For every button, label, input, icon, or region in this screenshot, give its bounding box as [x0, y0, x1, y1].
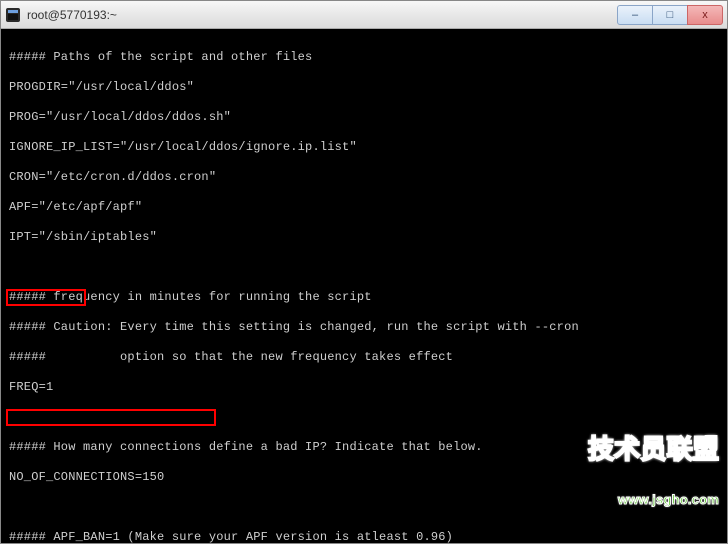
app-icon: [5, 7, 21, 23]
term-line: ##### How many connections define a bad …: [9, 440, 725, 455]
term-line: APF="/etc/apf/apf": [9, 200, 725, 215]
terminal-viewport[interactable]: ##### Paths of the script and other file…: [1, 29, 727, 543]
term-line: ##### APF_BAN=1 (Make sure your APF vers…: [9, 530, 725, 543]
term-line: PROGDIR="/usr/local/ddos": [9, 80, 725, 95]
term-line: ##### Caution: Every time this setting i…: [9, 320, 725, 335]
term-line: ##### option so that the new frequency t…: [9, 350, 725, 365]
term-line: ##### frequency in minutes for running t…: [9, 290, 725, 305]
term-line: ##### Paths of the script and other file…: [9, 50, 725, 65]
maximize-button[interactable]: □: [652, 5, 688, 25]
term-line: FREQ=1: [9, 380, 725, 395]
term-line: [9, 410, 725, 425]
term-line: CRON="/etc/cron.d/ddos.cron": [9, 170, 725, 185]
term-line: IGNORE_IP_LIST="/usr/local/ddos/ignore.i…: [9, 140, 725, 155]
term-line: NO_OF_CONNECTIONS=150: [9, 470, 725, 485]
window-title: root@5770193:~: [27, 8, 618, 22]
term-line: PROG="/usr/local/ddos/ddos.sh": [9, 110, 725, 125]
term-line: [9, 260, 725, 275]
window-titlebar: root@5770193:~ – □ x: [1, 1, 727, 29]
close-button[interactable]: x: [687, 5, 723, 25]
window-controls: – □ x: [618, 5, 723, 25]
minimize-button[interactable]: –: [617, 5, 653, 25]
term-line: IPT="/sbin/iptables": [9, 230, 725, 245]
term-line: [9, 500, 725, 515]
